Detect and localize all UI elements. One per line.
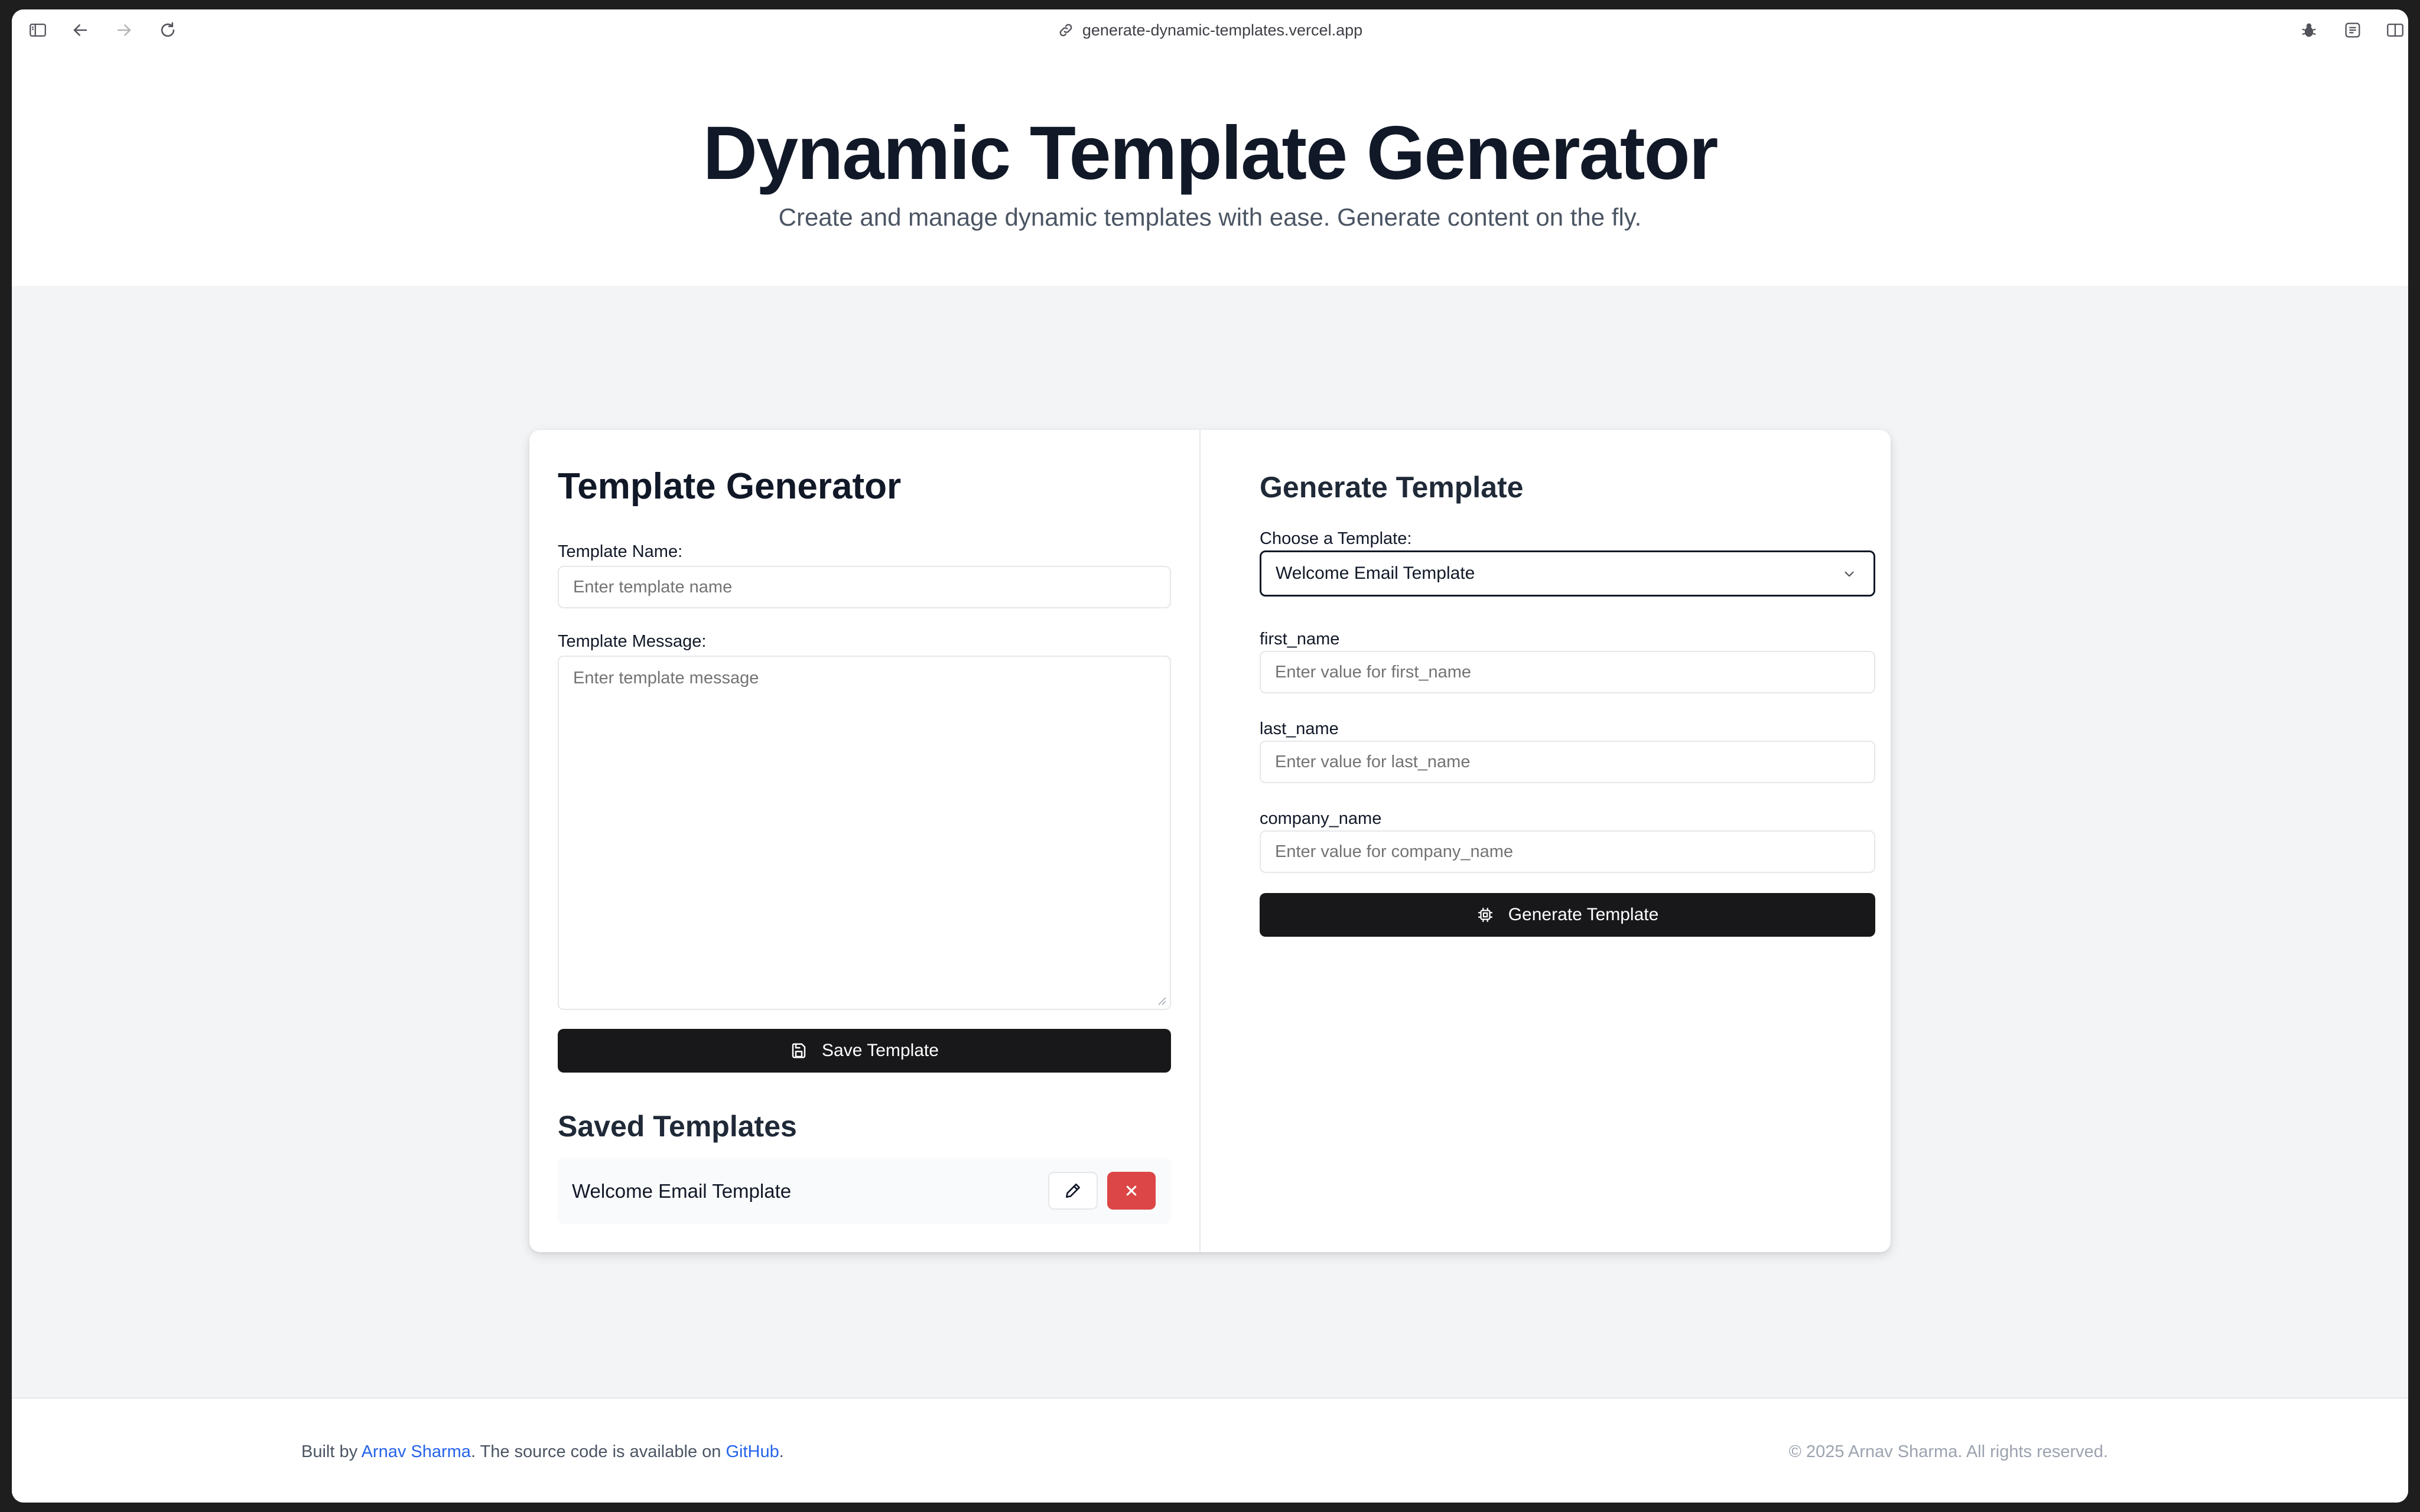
edit-template-button[interactable] bbox=[1048, 1172, 1098, 1210]
footer-source-text: . The source code is available on bbox=[470, 1442, 721, 1461]
footer-copyright: © 2025 Arnav Sharma. All rights reserved… bbox=[1788, 1442, 2108, 1461]
template-select[interactable]: Welcome Email Template bbox=[1260, 550, 1875, 597]
company-name-input[interactable] bbox=[1260, 830, 1875, 873]
page-header: Dynamic Template Generator Create and ma… bbox=[12, 51, 2408, 286]
author-link[interactable]: Arnav Sharma bbox=[362, 1442, 471, 1461]
browser-window: generate-dynamic-templates.vercel.app Dy… bbox=[12, 9, 2408, 1503]
first-name-input[interactable] bbox=[1260, 651, 1875, 693]
saved-template-name: Welcome Email Template bbox=[572, 1180, 792, 1202]
delete-template-button[interactable] bbox=[1107, 1172, 1156, 1210]
generate-template-label: Generate Template bbox=[1508, 905, 1659, 924]
github-link[interactable]: GitHub bbox=[726, 1442, 779, 1461]
template-name-input[interactable] bbox=[558, 566, 1171, 608]
column-divider bbox=[1199, 430, 1201, 1252]
template-generator-heading: Template Generator bbox=[558, 466, 902, 507]
save-template-button[interactable]: Save Template bbox=[558, 1029, 1171, 1073]
page-footer: Built by Arnav Sharma. The source code i… bbox=[12, 1397, 2408, 1503]
last-name-label: last_name bbox=[1260, 719, 1339, 738]
footer-credits: Built by Arnav Sharma. The source code i… bbox=[301, 1442, 784, 1462]
split-view-icon[interactable] bbox=[2385, 19, 2406, 41]
template-message-textarea[interactable] bbox=[558, 656, 1171, 1010]
chevron-down-icon bbox=[1845, 571, 1854, 577]
address-bar[interactable]: generate-dynamic-templates.vercel.app bbox=[12, 18, 2408, 43]
page-subtitle: Create and manage dynamic templates with… bbox=[778, 203, 1642, 231]
main-card: Template Generator Template Name: Templa… bbox=[529, 430, 1891, 1252]
saved-templates-heading: Saved Templates bbox=[558, 1110, 797, 1143]
bug-icon[interactable] bbox=[2298, 19, 2320, 41]
template-name-label: Template Name: bbox=[558, 542, 683, 561]
reader-icon[interactable] bbox=[2342, 19, 2363, 41]
footer-period: . bbox=[779, 1442, 784, 1461]
page-title: Dynamic Template Generator bbox=[702, 111, 1719, 195]
x-icon bbox=[1126, 1185, 1137, 1196]
floppy-disk-icon bbox=[792, 1043, 806, 1058]
template-message-label: Template Message: bbox=[558, 632, 707, 651]
saved-template-item[interactable]: Welcome Email Template bbox=[558, 1158, 1171, 1224]
first-name-label: first_name bbox=[1260, 630, 1340, 649]
generate-template-heading: Generate Template bbox=[1260, 471, 1524, 504]
footer-built-by: Built by bbox=[301, 1442, 358, 1461]
browser-toolbar: generate-dynamic-templates.vercel.app bbox=[12, 9, 2408, 52]
save-template-label: Save Template bbox=[822, 1041, 939, 1060]
last-name-input[interactable] bbox=[1260, 741, 1875, 783]
pencil-icon bbox=[1066, 1184, 1080, 1198]
link-icon bbox=[1059, 24, 1072, 37]
generate-template-button[interactable]: Generate Template bbox=[1260, 893, 1875, 937]
chip-icon bbox=[1478, 908, 1492, 922]
template-select-value: Welcome Email Template bbox=[1276, 563, 1475, 583]
resize-handle-icon[interactable] bbox=[1157, 996, 1166, 1005]
url-text: generate-dynamic-templates.vercel.app bbox=[1082, 21, 1363, 39]
company-name-label: company_name bbox=[1260, 809, 1382, 828]
choose-template-label: Choose a Template: bbox=[1260, 529, 1412, 548]
